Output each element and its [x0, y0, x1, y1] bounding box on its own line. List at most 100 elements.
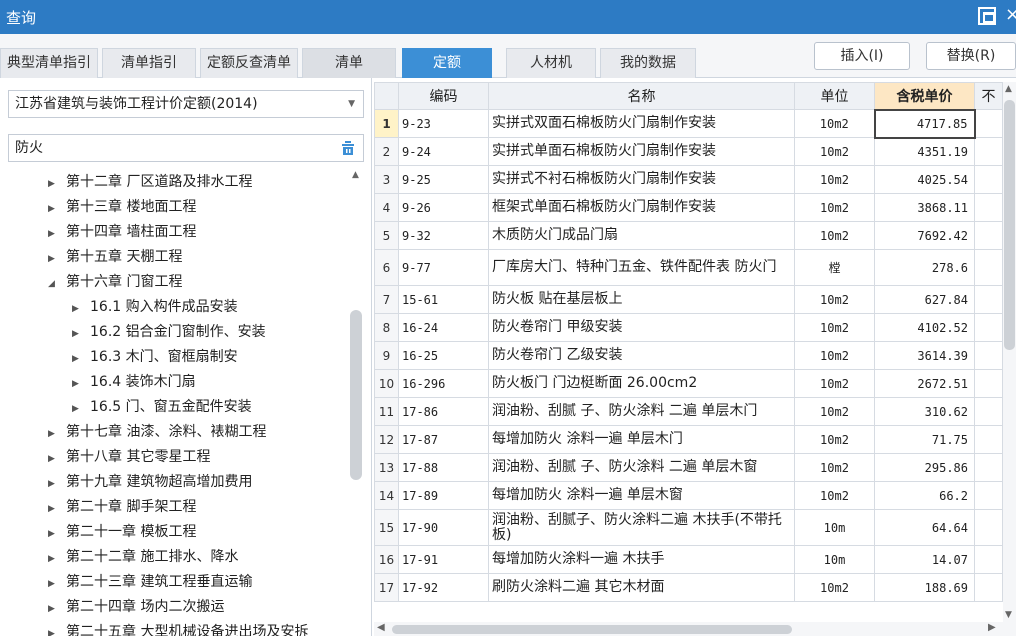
cell-extra[interactable]	[974, 573, 1003, 602]
cell-name[interactable]: 刷防火涂料二遍 其它木材面	[488, 573, 795, 602]
cell-unit[interactable]: 10m2	[794, 481, 875, 510]
chevron-right-icon[interactable]: ▶	[48, 172, 66, 197]
cell-extra[interactable]	[974, 453, 1003, 482]
table-row[interactable]: 14 17-89 每增加防火 涂料一遍 单层木窗 10m2 66.2	[374, 481, 1003, 510]
tree-item[interactable]: ▶ 第二十五章 大型机械设备进出场及安拆	[48, 620, 308, 636]
chevron-right-icon[interactable]: ▶	[48, 597, 66, 622]
cell-unit[interactable]: 10m2	[794, 137, 875, 166]
cell-name[interactable]: 实拼式双面石棉板防火门扇制作安装	[488, 109, 795, 138]
tab-bill-guide[interactable]: 清单指引	[102, 48, 196, 78]
cell-unit[interactable]: 10m	[794, 509, 875, 546]
cell-code[interactable]: 17-90	[398, 509, 489, 546]
norm-library-select[interactable]: 江苏省建筑与装饰工程计价定额(2014) ▼	[8, 90, 364, 118]
cell-extra[interactable]	[974, 285, 1003, 314]
cell-name[interactable]: 厂库房大门、特种门五金、铁件配件表 防火门	[488, 249, 795, 286]
cell-price[interactable]: 4025.54	[874, 165, 975, 194]
cell-code[interactable]: 9-26	[398, 193, 489, 222]
cell-name[interactable]: 每增加防火 涂料一遍 单层木窗	[488, 481, 795, 510]
chevron-right-icon[interactable]: ▶	[48, 522, 66, 547]
cell-code[interactable]: 9-23	[398, 109, 489, 138]
cell-price[interactable]: 3868.11	[874, 193, 975, 222]
table-row[interactable]: 1 9-23 实拼式双面石棉板防火门扇制作安装 10m2 4717.85	[374, 108, 1003, 139]
table-row[interactable]: 2 9-24 实拼式单面石棉板防火门扇制作安装 10m2 4351.19	[374, 137, 1003, 166]
chevron-right-icon[interactable]: ▶	[48, 472, 66, 497]
tab-norm-reverse-lookup[interactable]: 定额反查清单	[200, 48, 298, 78]
cell-name[interactable]: 每增加防火 涂料一遍 单层木门	[488, 425, 795, 454]
table-row[interactable]: 13 17-88 润油粉、刮腻 子、防火涂料 二遍 单层木窗 10m2 295.86	[374, 453, 1003, 482]
cell-extra[interactable]	[974, 425, 1003, 454]
chevron-right-icon[interactable]: ▶	[72, 372, 90, 397]
search-input[interactable]: 防火	[8, 134, 364, 162]
cell-unit[interactable]: 樘	[794, 249, 875, 286]
cell-price[interactable]: 4351.19	[874, 137, 975, 166]
header-name[interactable]: 名称	[488, 82, 795, 110]
tree-item[interactable]: ▶ 第十三章 楼地面工程	[48, 195, 196, 220]
scroll-left-icon[interactable]: ◀	[377, 622, 385, 633]
cell-price[interactable]: 71.75	[874, 425, 975, 454]
table-row[interactable]: 12 17-87 每增加防火 涂料一遍 单层木门 10m2 71.75	[374, 425, 1003, 454]
table-row[interactable]: 17 17-92 刷防火涂料二遍 其它木材面 10m2 188.69	[374, 573, 1003, 602]
header-price[interactable]: 含税单价	[874, 82, 975, 110]
clear-search-icon[interactable]	[341, 140, 355, 156]
header-unit[interactable]: 单位	[794, 82, 875, 110]
header-extra[interactable]: 不	[974, 82, 1003, 110]
chevron-right-icon[interactable]: ▶	[48, 447, 66, 472]
tab-bill[interactable]: 清单	[302, 48, 396, 78]
chevron-right-icon[interactable]: ▶	[72, 297, 90, 322]
cell-code[interactable]: 9-77	[398, 249, 489, 286]
table-row[interactable]: 6 9-77 厂库房大门、特种门五金、铁件配件表 防火门樘 278.6	[374, 249, 1003, 286]
chevron-down-icon[interactable]: ◢	[48, 272, 66, 297]
cell-price[interactable]: 627.84	[874, 285, 975, 314]
tree-item[interactable]: ▶ 第十二章 厂区道路及排水工程	[48, 170, 252, 195]
cell-code[interactable]: 17-92	[398, 573, 489, 602]
tab-labor-material-machine[interactable]: 人材机	[506, 48, 596, 78]
cell-extra[interactable]	[974, 545, 1003, 574]
cell-extra[interactable]	[974, 221, 1003, 250]
table-row[interactable]: 8 16-24 防火卷帘门 甲级安装 10m2 4102.52	[374, 313, 1003, 342]
table-row[interactable]: 4 9-26 框架式单面石棉板防火门扇制作安装 10m2 3868.11	[374, 193, 1003, 222]
chevron-right-icon[interactable]: ▶	[48, 547, 66, 572]
tree-item[interactable]: ▶ 第二十一章 模板工程	[48, 520, 196, 545]
scroll-right-icon[interactable]: ▶	[988, 622, 996, 633]
table-row[interactable]: 3 9-25 实拼式不衬石棉板防火门扇制作安装 10m2 4025.54	[374, 165, 1003, 194]
tree-item[interactable]: ▶ 16.3 木门、窗框扇制安	[72, 345, 238, 370]
tree-item[interactable]: ▶ 16.5 门、窗五金配件安装	[72, 395, 252, 420]
chevron-right-icon[interactable]: ▶	[48, 572, 66, 597]
scroll-up-icon[interactable]: ▲	[352, 170, 359, 180]
table-row[interactable]: 7 15-61 防火板 贴在基层板上 10m2 627.84	[374, 285, 1003, 314]
tree-item[interactable]: ▶ 第十四章 墙柱面工程	[48, 220, 196, 245]
cell-unit[interactable]: 10m2	[794, 285, 875, 314]
cell-price[interactable]: 14.07	[874, 545, 975, 574]
grid-vertical-scrollbar[interactable]: ▲ ▼	[1003, 82, 1016, 622]
chevron-right-icon[interactable]: ▶	[72, 322, 90, 347]
cell-price[interactable]: 310.62	[874, 397, 975, 426]
cell-extra[interactable]	[974, 397, 1003, 426]
cell-name[interactable]: 防火卷帘门 甲级安装	[488, 313, 795, 342]
cell-extra[interactable]	[974, 369, 1003, 398]
cell-name[interactable]: 框架式单面石棉板防火门扇制作安装	[488, 193, 795, 222]
tab-norm[interactable]: 定额	[402, 48, 492, 78]
cell-extra[interactable]	[974, 193, 1003, 222]
tree-item[interactable]: ▶ 第十八章 其它零星工程	[48, 445, 210, 470]
header-code[interactable]: 编码	[398, 82, 489, 110]
cell-code[interactable]: 9-25	[398, 165, 489, 194]
tree-item[interactable]: ▶ 第二十二章 施工排水、降水	[48, 545, 238, 570]
tab-my-data[interactable]: 我的数据	[600, 48, 696, 78]
chevron-right-icon[interactable]: ▶	[48, 247, 66, 272]
cell-code[interactable]: 15-61	[398, 285, 489, 314]
cell-unit[interactable]: 10m2	[794, 313, 875, 342]
cell-price[interactable]: 295.86	[874, 453, 975, 482]
tree-item[interactable]: ▶ 第二十章 脚手架工程	[48, 495, 196, 520]
cell-unit[interactable]: 10m2	[794, 193, 875, 222]
cell-name[interactable]: 润油粉、刮腻 子、防火涂料 二遍 单层木门	[488, 397, 795, 426]
cell-price[interactable]: 278.6	[874, 249, 975, 286]
table-row[interactable]: 16 17-91 每增加防火涂料一遍 木扶手 10m 14.07	[374, 545, 1003, 574]
tree-item[interactable]: ▶ 16.4 装饰木门扇	[72, 370, 196, 395]
cell-name[interactable]: 实拼式单面石棉板防火门扇制作安装	[488, 137, 795, 166]
tree-item[interactable]: ▶ 16.1 购入构件成品安装	[72, 295, 238, 320]
close-icon[interactable]: ×	[1005, 4, 1016, 25]
tree-item[interactable]: ▶ 第十九章 建筑物超高增加费用	[48, 470, 252, 495]
cell-name[interactable]: 防火板门 门边梃断面 26.00cm2	[488, 369, 795, 398]
chevron-right-icon[interactable]: ▶	[48, 422, 66, 447]
cell-price[interactable]: 66.2	[874, 481, 975, 510]
